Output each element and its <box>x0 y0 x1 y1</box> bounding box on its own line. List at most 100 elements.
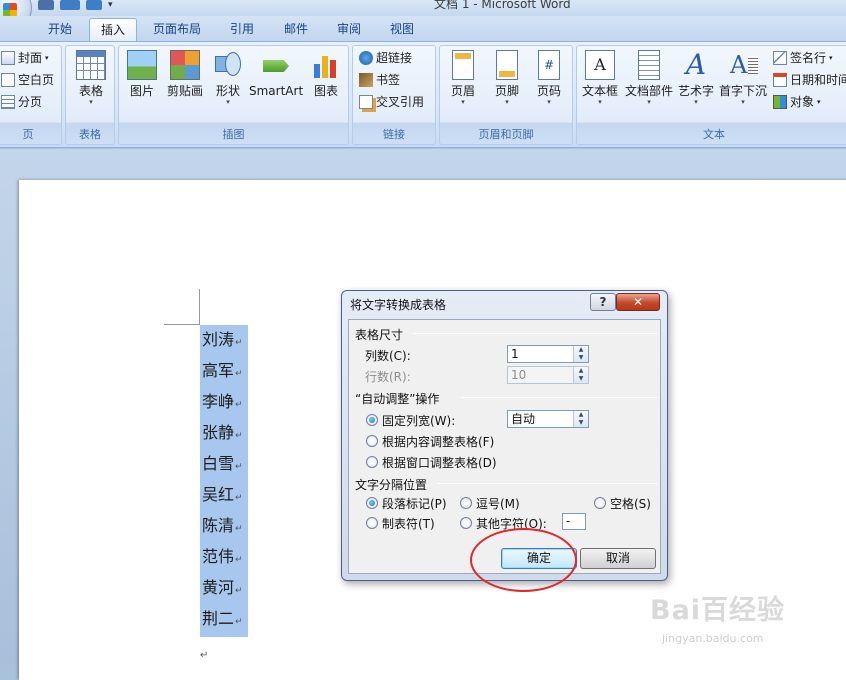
text-line[interactable]: 陈清↵ <box>202 514 243 538</box>
spin-down-icon[interactable]: ▼ <box>574 419 588 427</box>
group-text: A 文本框 ▾ 文档部件 ▾ A 艺术字 ▾ A 首字下沉 ▾ 签名行 ▾ 日期和… <box>576 45 846 145</box>
object-icon <box>773 95 787 109</box>
qat-dropdown-icon[interactable]: ▾ <box>108 0 124 10</box>
columns-spinner-arrows[interactable]: ▲ ▼ <box>573 346 588 362</box>
text-box-dropdown-icon: ▾ <box>598 98 602 106</box>
fixed-width-spinner-arrows[interactable]: ▲ ▼ <box>573 411 588 427</box>
fit-window-radio[interactable] <box>366 456 378 468</box>
tab-references[interactable]: 引用 <box>220 18 264 41</box>
fixed-width-spinner[interactable]: 自动 ▲ ▼ <box>507 410 589 428</box>
wordart-button[interactable]: A 艺术字 ▾ <box>675 50 717 114</box>
drop-cap-icon: A <box>728 50 758 80</box>
fixed-width-value: 自动 <box>511 412 536 426</box>
page-number-button[interactable]: # 页码 ▾ <box>528 50 570 114</box>
section-divider <box>437 483 657 484</box>
quick-parts-button[interactable]: 文档部件 ▾ <box>625 50 673 114</box>
save-icon[interactable] <box>38 0 54 10</box>
picture-button[interactable]: 图片 <box>121 50 163 114</box>
fixed-width-label[interactable]: 固定列宽(W): <box>382 412 455 429</box>
spin-up-icon[interactable]: ▲ <box>574 346 588 354</box>
hyperlink-icon <box>359 51 373 65</box>
page-break-button[interactable]: 分页 <box>1 92 42 112</box>
text-line[interactable]: 荆二↵ <box>202 607 243 631</box>
drop-cap-button[interactable]: A 首字下沉 ▾ <box>719 50 767 114</box>
footer-dropdown-icon: ▾ <box>505 98 509 106</box>
tab-home[interactable]: 开始 <box>36 18 84 41</box>
chart-icon <box>311 50 341 80</box>
help-button[interactable]: ? <box>590 293 616 311</box>
tab-label[interactable]: 制表符(T) <box>382 515 435 532</box>
clipart-button[interactable]: 剪贴画 <box>163 50 207 114</box>
bookmark-button[interactable]: 书签 <box>359 70 400 90</box>
tab-review[interactable]: 审阅 <box>327 18 371 41</box>
object-button[interactable]: 对象 ▾ <box>773 92 821 112</box>
text-line[interactable]: 刘涛↵ <box>202 328 243 352</box>
ribbon-tabs: 开始 插入 页面布局 引用 邮件 审阅 视图 <box>0 16 846 41</box>
table-button[interactable]: 表格 ▾ <box>70 50 112 114</box>
paragraph-mark-radio[interactable] <box>366 497 378 509</box>
smartart-button[interactable]: SmartArt <box>249 50 303 114</box>
paragraph-mark: ↵ <box>235 586 243 596</box>
paragraph-mark-label[interactable]: 段落标记(P) <box>382 495 447 512</box>
watermark-url: jingyan.baidu.com <box>662 632 764 645</box>
group-label-illustrations: 插图 <box>222 128 245 141</box>
other-char-input[interactable]: - <box>562 513 586 530</box>
tab-insert[interactable]: 插入 <box>89 18 137 41</box>
footer-button[interactable]: 页脚 ▾ <box>486 50 528 114</box>
paragraph-mark: ↵ <box>235 400 243 410</box>
text-line[interactable]: 范伟↵ <box>202 545 243 569</box>
date-time-button[interactable]: 日期和时间 <box>773 70 846 90</box>
text-line[interactable]: 吴红↵ <box>202 483 243 507</box>
blank-page-button[interactable]: 空白页 <box>1 70 54 90</box>
spin-down-icon[interactable]: ▼ <box>574 354 588 362</box>
tab-view[interactable]: 视图 <box>380 18 424 41</box>
undo-icon[interactable] <box>60 0 80 10</box>
cover-page-button[interactable]: 封面 ▾ <box>1 48 49 68</box>
header-button[interactable]: 页眉 ▾ <box>442 50 484 114</box>
other-char-radio[interactable] <box>460 517 472 529</box>
shapes-button[interactable]: 形状 ▾ <box>207 50 249 114</box>
text-line[interactable]: 张静↵ <box>202 421 243 445</box>
paragraph-mark: ↵ <box>235 338 243 348</box>
group-header-footer: 页眉 ▾ 页脚 ▾ # 页码 ▾ 页眉和页脚 <box>439 45 573 145</box>
space-label[interactable]: 空格(S) <box>610 495 651 512</box>
spin-up-icon: ▲ <box>578 367 584 374</box>
text-line[interactable]: 高军↵ <box>202 359 243 383</box>
dialog-title: 将文字转换成表格 <box>350 298 447 312</box>
paragraph-mark: ↵ <box>235 524 243 534</box>
wordart-dropdown-icon: ▾ <box>694 98 698 106</box>
text-line[interactable]: 黄河↵ <box>202 576 243 600</box>
annotation-circle <box>470 528 577 592</box>
space-radio[interactable] <box>594 497 606 509</box>
comma-label[interactable]: 逗号(M) <box>476 495 520 512</box>
fit-content-label[interactable]: 根据内容调整表格(F) <box>382 433 494 450</box>
text-box-button[interactable]: A 文本框 ▾ <box>579 50 621 114</box>
margin-mark-vertical <box>199 289 200 325</box>
quick-parts-icon <box>638 50 660 80</box>
comma-radio[interactable] <box>460 497 472 509</box>
group-links: 超链接 书签 交叉引用 链接 <box>352 45 436 145</box>
text-line[interactable]: 李峥↵ <box>202 390 243 414</box>
section-autofit: “自动调整”操作 <box>355 392 440 406</box>
spin-up-icon[interactable]: ▲ <box>574 411 588 419</box>
cross-reference-button[interactable]: 交叉引用 <box>359 92 424 112</box>
fit-content-radio[interactable] <box>366 435 378 447</box>
fixed-width-radio[interactable] <box>366 414 378 426</box>
section-divider <box>413 333 657 334</box>
fit-window-label[interactable]: 根据窗口调整表格(D) <box>382 454 497 471</box>
chart-button[interactable]: 图表 <box>305 50 347 114</box>
tab-mailings[interactable]: 邮件 <box>274 18 318 41</box>
cancel-button[interactable]: 取消 <box>580 548 656 569</box>
close-button[interactable]: ✕ <box>616 293 660 311</box>
spin-down-icon: ▼ <box>578 375 584 382</box>
group-label-links: 链接 <box>383 128 405 141</box>
signature-line-button[interactable]: 签名行 ▾ <box>773 48 833 68</box>
columns-spinner[interactable]: 1 ▲ ▼ <box>507 345 589 363</box>
tab-page-layout[interactable]: 页面布局 <box>145 18 209 41</box>
redo-icon[interactable] <box>86 0 102 10</box>
tab-radio[interactable] <box>366 517 378 529</box>
text-line[interactable]: 白雪↵ <box>202 452 243 476</box>
selected-text-block[interactable]: 刘涛↵ 高军↵ 李峥↵ 张静↵ 白雪↵ 吴红↵ 陈清↵ 范伟↵ 黄河↵ 荆二↵ <box>200 325 248 637</box>
hyperlink-button[interactable]: 超链接 <box>359 48 412 68</box>
group-label-header-footer: 页眉和页脚 <box>478 128 534 141</box>
